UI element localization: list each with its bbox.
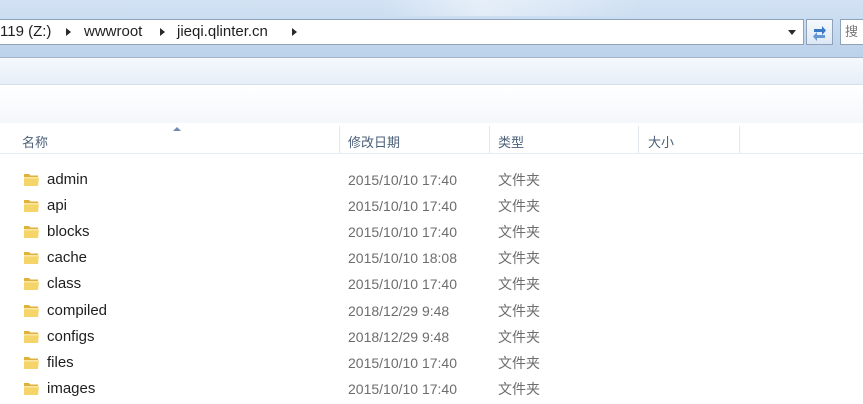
file-type: 文件夹: [498, 250, 540, 266]
file-type: 文件夹: [498, 198, 540, 214]
file-modified: 2015/10/10 18:08: [348, 250, 457, 266]
file-row[interactable]: configs 2018/12/29 9:48 文件夹: [0, 324, 863, 350]
file-row[interactable]: api 2015/10/10 17:40 文件夹: [0, 193, 863, 219]
file-row[interactable]: cache 2015/10/10 18:08 文件夹: [0, 245, 863, 271]
column-header-size[interactable]: 大小: [648, 123, 674, 153]
search-input[interactable]: 搜: [840, 19, 863, 45]
file-row[interactable]: compiled 2018/12/29 9:48 文件夹: [0, 298, 863, 324]
command-bar: [0, 57, 863, 85]
breadcrumb-arrow-icon[interactable]: [292, 28, 297, 36]
file-name[interactable]: compiled: [47, 298, 107, 324]
breadcrumb-wwwroot[interactable]: wwwroot: [84, 20, 142, 44]
column-divider[interactable]: [638, 126, 639, 153]
file-modified: 2015/10/10 17:40: [348, 355, 457, 371]
file-type: 文件夹: [498, 276, 540, 292]
column-header-name[interactable]: 名称: [22, 123, 48, 153]
breadcrumb-site[interactable]: jieqi.qlinter.cn: [177, 20, 268, 44]
column-divider[interactable]: [489, 126, 490, 153]
refresh-icon: [813, 26, 826, 41]
file-modified: 2018/12/29 9:48: [348, 329, 450, 345]
file-name[interactable]: files: [47, 350, 74, 376]
column-header-type[interactable]: 类型: [498, 123, 524, 153]
column-headers: 名称 修改日期 类型 大小: [0, 123, 863, 154]
file-modified: 2018/12/29 9:48: [348, 303, 450, 319]
file-row[interactable]: admin 2015/10/10 17:40 文件夹: [0, 167, 863, 193]
column-divider[interactable]: [339, 126, 340, 153]
file-name[interactable]: images: [47, 376, 95, 402]
folder-icon: [24, 252, 39, 264]
toolbar-area: [0, 85, 863, 123]
file-name[interactable]: blocks: [47, 219, 90, 245]
folder-icon: [24, 226, 39, 238]
folder-icon: [24, 357, 39, 369]
file-name[interactable]: class: [47, 271, 81, 297]
sort-ascending-icon: [173, 127, 181, 131]
folder-icon: [24, 278, 39, 290]
file-name[interactable]: api: [47, 193, 67, 219]
folder-icon: [24, 305, 39, 317]
address-bar[interactable]: 119 (Z:) wwwroot jieqi.qlinter.cn: [0, 19, 804, 45]
refresh-button[interactable]: [806, 19, 833, 45]
column-divider[interactable]: [739, 126, 740, 153]
folder-icon: [24, 383, 39, 395]
file-type: 文件夹: [498, 172, 540, 188]
breadcrumb-arrow-icon[interactable]: [66, 28, 71, 36]
breadcrumb-drive[interactable]: 119 (Z:): [0, 20, 51, 44]
folder-icon: [24, 200, 39, 212]
folder-icon: [24, 331, 39, 343]
file-type: 文件夹: [498, 224, 540, 240]
file-row[interactable]: class 2015/10/10 17:40 文件夹: [0, 271, 863, 297]
column-header-modified[interactable]: 修改日期: [348, 123, 400, 153]
file-modified: 2015/10/10 17:40: [348, 198, 457, 214]
file-name[interactable]: configs: [47, 324, 95, 350]
file-type: 文件夹: [498, 303, 540, 319]
file-modified: 2015/10/10 17:40: [348, 172, 457, 188]
file-modified: 2015/10/10 17:40: [348, 276, 457, 292]
file-row[interactable]: blocks 2015/10/10 17:40 文件夹: [0, 219, 863, 245]
file-name[interactable]: cache: [47, 245, 87, 271]
chevron-down-icon[interactable]: [783, 21, 801, 43]
file-type: 文件夹: [498, 355, 540, 371]
breadcrumb-arrow-icon[interactable]: [160, 28, 165, 36]
file-type: 文件夹: [498, 329, 540, 345]
search-placeholder: 搜: [845, 24, 859, 39]
folder-icon: [24, 174, 39, 186]
file-name[interactable]: admin: [47, 167, 88, 193]
file-row[interactable]: files 2015/10/10 17:40 文件夹: [0, 350, 863, 376]
file-modified: 2015/10/10 17:40: [348, 381, 457, 397]
file-row[interactable]: images 2015/10/10 17:40 文件夹: [0, 376, 863, 402]
file-modified: 2015/10/10 17:40: [348, 224, 457, 240]
file-type: 文件夹: [498, 381, 540, 397]
